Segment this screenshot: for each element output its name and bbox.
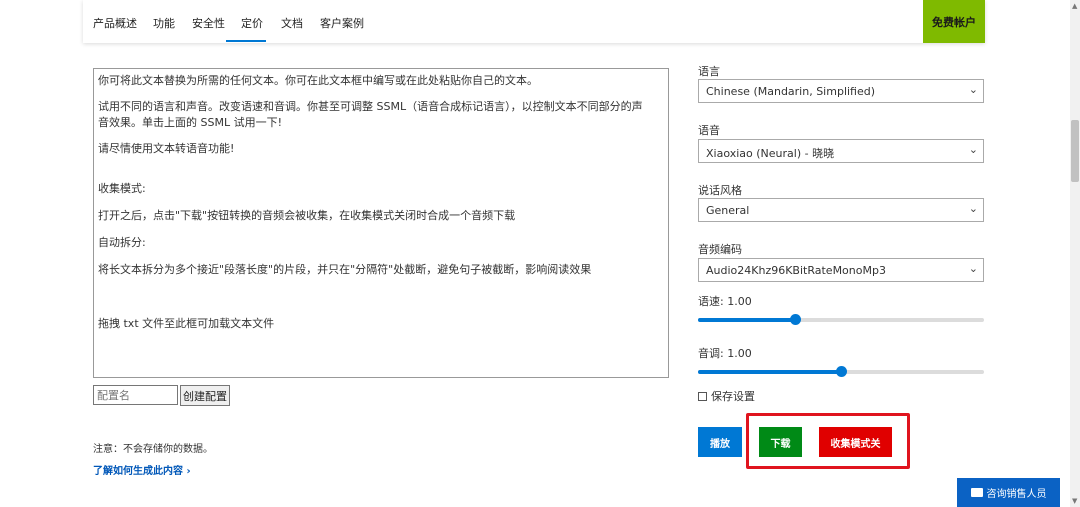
editor-line: 收集模式:: [98, 182, 146, 195]
save-settings-option[interactable]: 保存设置: [698, 388, 755, 404]
save-settings-label: 保存设置: [711, 390, 755, 403]
chevron-down-icon: ⌄: [968, 83, 978, 96]
tab-features[interactable]: 功能: [153, 15, 175, 31]
config-name-input[interactable]: [93, 385, 178, 405]
pitch-slider[interactable]: [698, 366, 984, 378]
voice-select-value: Xiaoxiao (Neural) - 晓晓: [706, 147, 835, 160]
editor-line: 自动拆分:: [98, 236, 146, 249]
scroll-up-icon[interactable]: ▲: [1072, 2, 1077, 10]
top-nav: 产品概述 功能 安全性 定价 文档 客户案例 免费帐户: [83, 0, 985, 43]
chevron-down-icon: ⌄: [968, 143, 978, 156]
chevron-down-icon: ⌄: [968, 262, 978, 275]
editor-line: 试用不同的语言和声音。改变语速和音调。你甚至可调整 SSML（语音合成标记语言）…: [98, 100, 643, 113]
codec-label: 音频编码: [698, 243, 742, 256]
chevron-down-icon: ⌄: [968, 202, 978, 215]
active-tab-indicator: [226, 40, 266, 42]
learn-more-link[interactable]: 了解如何生成此内容 ›: [93, 462, 191, 477]
play-button[interactable]: 播放: [698, 427, 742, 457]
codec-select[interactable]: Audio24Khz96KBitRateMonoMp3 ⌄: [698, 258, 984, 282]
contact-sales-button[interactable]: 咨询销售人员: [957, 478, 1060, 507]
editor-line: 拖拽 txt 文件至此框可加载文本文件: [98, 317, 275, 330]
contact-sales-label: 咨询销售人员: [986, 489, 1047, 500]
free-account-button[interactable]: 免费帐户: [923, 0, 985, 43]
page: 产品概述 功能 安全性 定价 文档 客户案例 免费帐户 你可将此文本替换为所需的…: [0, 0, 1080, 507]
language-label: 语言: [698, 65, 720, 78]
scroll-down-icon[interactable]: ▼: [1072, 497, 1077, 505]
rate-label: 语速: 1.00: [698, 295, 752, 308]
slider-fill: [698, 370, 841, 374]
text-input-area[interactable]: 你可将此文本替换为所需的任何文本。你可在此文本框中编写或在此处粘贴你自己的文本。…: [93, 68, 669, 378]
editor-line: 请尽情使用文本转语音功能!: [98, 142, 235, 155]
voice-label: 语音: [698, 124, 720, 137]
page-scrollbar[interactable]: ▲ ▼: [1070, 0, 1080, 507]
create-config-button[interactable]: 创建配置: [180, 385, 230, 406]
editor-line: 你可将此文本替换为所需的任何文本。你可在此文本框中编写或在此处粘贴你自己的文本。: [98, 74, 538, 87]
slider-thumb[interactable]: [836, 366, 847, 377]
privacy-note: 注意：不会存储你的数据。: [93, 444, 213, 455]
editor-line: 将长文本拆分为多个接近"段落长度"的片段，并只在"分隔符"处截断，避免句子被截断…: [98, 263, 592, 276]
editor-line: 音效果。单击上面的 SSML 试用一下!: [98, 116, 282, 129]
tab-overview[interactable]: 产品概述: [93, 15, 137, 31]
chat-icon: [970, 488, 983, 497]
slider-fill: [698, 318, 795, 322]
editor-line: 打开之后，点击"下载"按钮转换的音频会被收集，在收集模式关闭时合成一个音频下载: [98, 209, 516, 222]
tab-docs[interactable]: 文档: [281, 15, 303, 31]
save-settings-checkbox[interactable]: [698, 391, 707, 401]
rate-slider[interactable]: [698, 314, 984, 326]
language-select-value: Chinese (Mandarin, Simplified): [706, 85, 876, 98]
style-select-value: General: [706, 204, 750, 217]
slider-thumb[interactable]: [790, 314, 801, 325]
style-select[interactable]: General ⌄: [698, 198, 984, 222]
codec-select-value: Audio24Khz96KBitRateMonoMp3: [706, 264, 886, 277]
style-label: 说话风格: [698, 184, 742, 197]
tab-security[interactable]: 安全性: [192, 15, 225, 31]
voice-select[interactable]: Xiaoxiao (Neural) - 晓晓 ⌄: [698, 139, 984, 163]
pitch-label: 音调: 1.00: [698, 347, 752, 360]
highlight-box: [746, 413, 910, 469]
language-select[interactable]: Chinese (Mandarin, Simplified) ⌄: [698, 79, 984, 103]
scrollbar-thumb[interactable]: [1071, 120, 1079, 182]
tab-customers[interactable]: 客户案例: [320, 15, 364, 31]
tab-pricing[interactable]: 定价: [241, 15, 263, 31]
